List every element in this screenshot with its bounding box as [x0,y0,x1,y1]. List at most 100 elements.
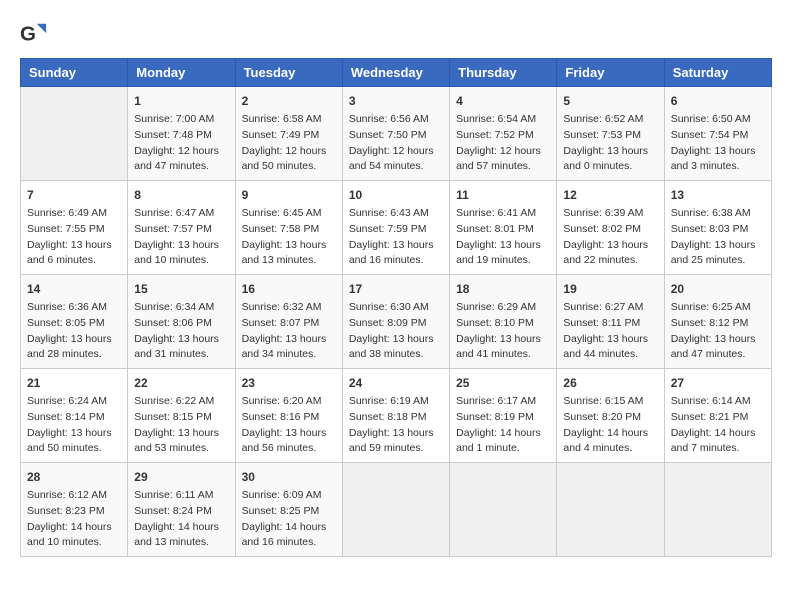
sunset-text: Sunset: 8:23 PM [27,504,121,520]
sunset-text: Sunset: 7:48 PM [134,128,228,144]
calendar-cell: 5Sunrise: 6:52 AMSunset: 7:53 PMDaylight… [557,87,664,181]
sunrise-text: Sunrise: 6:30 AM [349,300,443,316]
weekday-header-row: SundayMondayTuesdayWednesdayThursdayFrid… [21,59,772,87]
calendar-cell: 25 Sunrise: 6:17 AMSunset: 8:19 PMDayligh… [450,369,557,463]
day-number: 30 [242,468,336,486]
sunrise-text: Sunrise: 6:22 AM [134,394,228,410]
daylight-text: Daylight: 13 hours and 44 minutes. [563,332,657,364]
sunrise-text: Sunrise: 6:49 AM [27,206,121,222]
day-number: 27 [671,374,765,392]
calendar-cell [342,463,449,557]
calendar-cell: 18Sunrise: 6:29 AMSunset: 8:10 PMDayligh… [450,275,557,369]
day-number: 26 [563,374,657,392]
sunrise-text: Sunrise: 6:15 AM [563,394,657,410]
calendar-cell [664,463,771,557]
day-number: 7 [27,186,121,204]
page-header: G [20,20,772,48]
daylight-text: Daylight: 14 hours and 10 minutes. [27,520,121,552]
sunset-text: Sunset: 8:21 PM [671,410,765,426]
daylight-text: Daylight: 13 hours and 47 minutes. [671,332,765,364]
daylight-text: Daylight: 13 hours and 19 minutes. [456,238,550,270]
sunset-text: Sunset: 8:12 PM [671,316,765,332]
calendar-cell: 16Sunrise: 6:32 AMSunset: 8:07 PMDayligh… [235,275,342,369]
daylight-text: Daylight: 14 hours and 4 minutes. [563,426,657,458]
sunset-text: Sunset: 8:14 PM [27,410,121,426]
sunset-text: Sunset: 7:58 PM [242,222,336,238]
calendar-cell: 14Sunrise: 6:36 AMSunset: 8:05 PMDayligh… [21,275,128,369]
calendar-week-row: 1Sunrise: 7:00 AMSunset: 7:48 PMDaylight… [21,87,772,181]
sunset-text: Sunset: 8:09 PM [349,316,443,332]
day-number: 5 [563,92,657,110]
weekday-header: Wednesday [342,59,449,87]
calendar-cell: 28Sunrise: 6:12 AMSunset: 8:23 PMDayligh… [21,463,128,557]
sunset-text: Sunset: 7:53 PM [563,128,657,144]
day-number: 2 [242,92,336,110]
sunrise-text: Sunrise: 6:11 AM [134,488,228,504]
sunrise-text: Sunrise: 6:50 AM [671,112,765,128]
calendar-cell [557,463,664,557]
sunrise-text: Sunrise: 6:39 AM [563,206,657,222]
day-number: 18 [456,280,550,298]
daylight-text: Daylight: 13 hours and 3 minutes. [671,144,765,176]
daylight-text: Daylight: 12 hours and 57 minutes. [456,144,550,176]
sunset-text: Sunset: 8:03 PM [671,222,765,238]
weekday-header: Friday [557,59,664,87]
day-number: 23 [242,374,336,392]
calendar-cell: 22Sunrise: 6:22 AMSunset: 8:15 PMDayligh… [128,369,235,463]
sunset-text: Sunset: 8:24 PM [134,504,228,520]
day-number: 11 [456,186,550,204]
sunset-text: Sunset: 7:49 PM [242,128,336,144]
svg-text:G: G [20,23,36,46]
calendar-cell: 29Sunrise: 6:11 AMSunset: 8:24 PMDayligh… [128,463,235,557]
daylight-text: Daylight: 14 hours and 1 minute. [456,426,550,458]
calendar-week-row: 21Sunrise: 6:24 AMSunset: 8:14 PMDayligh… [21,369,772,463]
sunrise-text: Sunrise: 6:20 AM [242,394,336,410]
daylight-text: Daylight: 12 hours and 54 minutes. [349,144,443,176]
sunrise-text: Sunrise: 6:47 AM [134,206,228,222]
sunset-text: Sunset: 8:16 PM [242,410,336,426]
sunset-text: Sunset: 8:20 PM [563,410,657,426]
calendar-cell: 20 Sunrise: 6:25 AMSunset: 8:12 PMDayligh… [664,275,771,369]
daylight-text: Daylight: 13 hours and 38 minutes. [349,332,443,364]
sunrise-text: Sunrise: 6:52 AM [563,112,657,128]
calendar-cell: 7Sunrise: 6:49 AMSunset: 7:55 PMDaylight… [21,181,128,275]
sunset-text: Sunset: 8:10 PM [456,316,550,332]
calendar-cell: 11Sunrise: 6:41 AMSunset: 8:01 PMDayligh… [450,181,557,275]
day-number: 6 [671,92,765,110]
daylight-text: Daylight: 13 hours and 16 minutes. [349,238,443,270]
sunset-text: Sunset: 7:54 PM [671,128,765,144]
day-number: 8 [134,186,228,204]
calendar-cell: 23Sunrise: 6:20 AMSunset: 8:16 PMDayligh… [235,369,342,463]
calendar-week-row: 7 Sunrise: 6:49 AMSunset: 7:55 PM Daylight… [21,181,772,275]
day-number: 20 [671,280,765,298]
day-number: 25 [456,374,550,392]
calendar-cell: 1Sunrise: 7:00 AMSunset: 7:48 PMDaylight… [128,87,235,181]
calendar-cell: 17Sunrise: 6:30 AMSunset: 8:09 PMDayligh… [342,275,449,369]
sunset-text: Sunset: 7:52 PM [456,128,550,144]
daylight-text: Daylight: 12 hours and 47 minutes. [134,144,228,176]
sunset-text: Sunset: 8:05 PM [27,316,121,332]
calendar-cell: 13Sunrise: 6:38 AMSunset: 8:03 PMDayligh… [664,181,771,275]
calendar-cell: 8Sunrise: 6:47 AMSunset: 7:57 PMDaylight… [128,181,235,275]
calendar-cell: 6 Sunrise: 6:50 AMSunset: 7:54 PMDaylight… [664,87,771,181]
sunrise-text: Sunrise: 6:27 AM [563,300,657,316]
daylight-text: Daylight: 13 hours and 34 minutes. [242,332,336,364]
sunset-text: Sunset: 7:57 PM [134,222,228,238]
daylight-text: Daylight: 13 hours and 28 minutes. [27,332,121,364]
sunset-text: Sunset: 8:19 PM [456,410,550,426]
sunrise-text: Sunrise: 6:17 AM [456,394,550,410]
daylight-text: Daylight: 14 hours and 13 minutes. [134,520,228,552]
calendar-table: SundayMondayTuesdayWednesdayThursdayFrid… [20,58,772,557]
sunrise-text: Sunrise: 6:25 AM [671,300,765,316]
calendar-cell: 10Sunrise: 6:43 AMSunset: 7:59 PMDayligh… [342,181,449,275]
day-number: 9 [242,186,336,204]
day-number: 4 [456,92,550,110]
day-number: 24 [349,374,443,392]
sunset-text: Sunset: 7:55 PM [27,222,121,238]
calendar-cell [21,87,128,181]
daylight-text: Daylight: 13 hours and 22 minutes. [563,238,657,270]
calendar-cell: 27Sunrise: 6:14 AMSunset: 8:21 PMDayligh… [664,369,771,463]
sunset-text: Sunset: 8:07 PM [242,316,336,332]
daylight-text: Daylight: 13 hours and 53 minutes. [134,426,228,458]
weekday-header: Thursday [450,59,557,87]
